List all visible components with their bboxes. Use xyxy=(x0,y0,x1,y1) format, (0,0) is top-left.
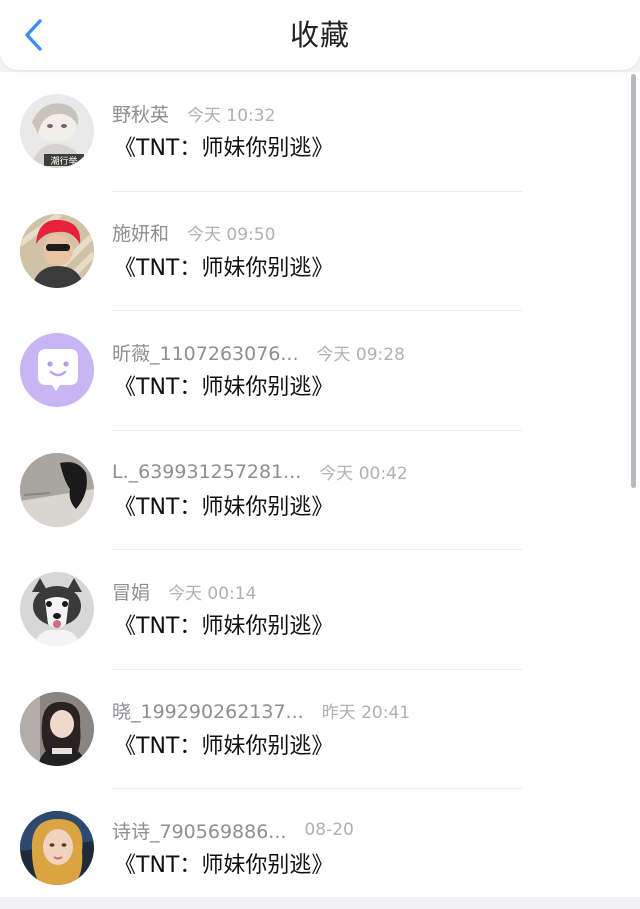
item-meta: 昕薇_1107263076... 今天 09:28 xyxy=(112,339,405,365)
avatar-badge-text: 潮行举 xyxy=(50,155,77,167)
avatar[interactable] xyxy=(20,452,94,527)
timestamp: 今天 09:50 xyxy=(187,225,276,245)
author-name: 晓_199290262137... xyxy=(112,701,304,723)
book-title: 《TNT：师妹你别逃》 xyxy=(114,733,334,759)
author-name: 施妍和 xyxy=(112,223,170,245)
timestamp: 昨天 20:41 xyxy=(321,703,411,723)
timestamp: 08-20 xyxy=(304,820,354,840)
item-meta: 冒娟 今天 00:14 xyxy=(112,578,256,604)
list-item[interactable]: 冒娟 今天 00:14 《TNT：师妹你别逃》 xyxy=(0,550,640,670)
avatar[interactable] xyxy=(20,333,94,407)
avatar[interactable]: 潮行举 xyxy=(20,94,94,168)
book-title: 《TNT：师妹你别逃》 xyxy=(114,136,334,161)
favorites-list: 潮行举 野秋英 今天 10:32 《TNT：师妹你别逃》 施妍和 今天 09:5… xyxy=(0,72,640,897)
timestamp: 今天 09:28 xyxy=(316,344,405,365)
scrollbar[interactable] xyxy=(631,74,636,488)
list-item[interactable]: 施妍和 今天 09:50 《TNT：师妹你别逃》 xyxy=(0,192,640,311)
timestamp: 今天 00:42 xyxy=(319,464,408,484)
author-name: L._639931257281... xyxy=(112,460,302,483)
avatar[interactable] xyxy=(20,572,94,646)
item-meta: 施妍和 今天 09:50 xyxy=(112,220,275,246)
book-title: 《TNT：师妹你别逃》 xyxy=(114,614,334,639)
avatar[interactable] xyxy=(20,691,94,766)
book-title: 《TNT：师妹你别逃》 xyxy=(114,375,334,400)
list-item[interactable]: 晓_199290262137... 昨天 20:41 《TNT：师妹你别逃》 xyxy=(0,670,640,789)
book-title: 《TNT：师妹你别逃》 xyxy=(114,494,334,520)
book-title: 《TNT：师妹你别逃》 xyxy=(114,853,334,878)
list-item[interactable]: 诗诗_790569886... 08-20 《TNT：师妹你别逃》 xyxy=(0,789,640,909)
nav-bar: 收藏 xyxy=(0,0,640,70)
item-meta: 诗诗_790569886... 08-20 xyxy=(112,817,354,843)
item-meta: L._639931257281... 今天 00:42 xyxy=(112,459,408,485)
book-title: 《TNT：师妹你别逃》 xyxy=(114,255,334,281)
author-name: 昕薇_1107263076... xyxy=(112,342,299,365)
timestamp: 今天 10:32 xyxy=(187,105,276,126)
list-item[interactable]: L._639931257281... 今天 00:42 《TNT：师妹你别逃》 xyxy=(0,431,640,550)
list-item[interactable]: 昕薇_1107263076... 今天 09:28 《TNT：师妹你别逃》 xyxy=(0,311,640,431)
timestamp: 今天 00:14 xyxy=(168,583,257,604)
avatar[interactable] xyxy=(20,213,94,288)
author-name: 野秋英 xyxy=(112,103,170,126)
avatar[interactable] xyxy=(20,811,94,885)
author-name: 诗诗_790569886... xyxy=(112,820,287,843)
page-title: 收藏 xyxy=(289,18,350,52)
list-item[interactable]: 潮行举 野秋英 今天 10:32 《TNT：师妹你别逃》 xyxy=(0,72,640,192)
item-meta: 晓_199290262137... 昨天 20:41 xyxy=(112,698,410,724)
item-meta: 野秋英 今天 10:32 xyxy=(112,100,275,126)
author-name: 冒娟 xyxy=(112,581,151,604)
chat-bubble-icon xyxy=(38,349,78,391)
